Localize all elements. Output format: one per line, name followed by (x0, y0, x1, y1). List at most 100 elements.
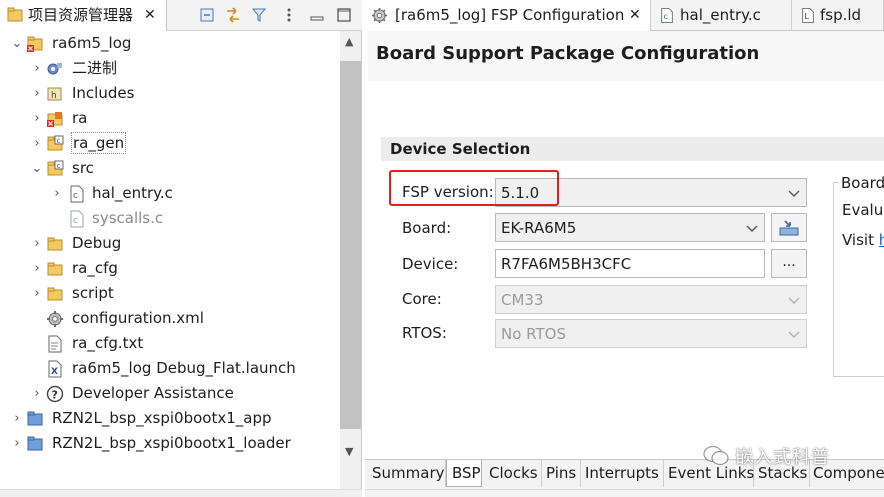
editor-status-strip (365, 489, 884, 497)
explorer-vertical-scrollbar[interactable]: ▲ ▼ (340, 31, 361, 489)
chevron-down-icon (788, 331, 800, 338)
tree-item-label: hal_entry.c (92, 184, 173, 202)
tree-item-debug[interactable]: › Debug (0, 231, 340, 256)
tab-fsp-configuration[interactable]: [ra6m5_log] FSP Configuration ✕ (365, 0, 651, 31)
svg-text:X: X (51, 367, 58, 377)
tab-pins[interactable]: Pins (542, 460, 581, 487)
chevron-right-icon[interactable]: › (30, 260, 44, 276)
filter-icon[interactable] (248, 4, 270, 26)
chevron-down-icon[interactable]: ⌄ (10, 35, 24, 51)
visit-text: Visit (842, 231, 879, 249)
c-file-icon: c (68, 210, 86, 228)
chevron-right-icon[interactable]: › (10, 435, 24, 451)
tree-item-rzn2l-loader[interactable]: › RZN2L_bsp_xspi0bootx1_loader (0, 431, 340, 456)
tree-item-label: ra6m5_log Debug_Flat.launch (72, 359, 296, 377)
board-value: EK-RA6M5 (501, 219, 577, 237)
tab-interrupts[interactable]: Interrupts (581, 460, 664, 487)
explorer-tab-label: 项目资源管理器 (28, 6, 134, 24)
tree-item-includes[interactable]: › h Includes (0, 81, 340, 106)
collapse-all-icon[interactable] (196, 4, 218, 26)
fsp-version-highlight (389, 170, 559, 206)
chevron-right-icon[interactable]: › (30, 285, 44, 301)
tree-item-label: src (72, 159, 94, 177)
tree-item-label: ra_gen (71, 132, 127, 154)
scrollbar-thumb[interactable] (340, 61, 361, 429)
tab-bsp[interactable]: BSP (446, 460, 482, 487)
chevron-right-icon[interactable]: › (10, 410, 24, 426)
tree-item-src[interactable]: ⌄ c src (0, 156, 340, 181)
close-icon[interactable]: ✕ (629, 5, 641, 25)
tab-summary[interactable]: Summary (368, 460, 446, 487)
folder-error-icon (46, 110, 64, 128)
maximize-icon[interactable] (333, 4, 355, 26)
tree-item-label: RZN2L_bsp_xspi0bootx1_loader (52, 434, 291, 452)
project-tree: ⌄ ra6m5_log › 二进制 › h Includes › ra › c … (0, 31, 340, 489)
chevron-down-icon (746, 225, 758, 232)
tab-label: Clocks (489, 464, 538, 482)
scroll-up-icon[interactable]: ▲ (345, 35, 353, 48)
chevron-right-icon[interactable]: › (30, 235, 44, 251)
editor-tab-bar: [ra6m5_log] FSP Configuration ✕ c hal_en… (365, 0, 884, 31)
device-input[interactable]: R7FA6M5BH3CFC (495, 249, 765, 278)
help-icon: ? (46, 385, 64, 403)
explorer-tab-bar: 项目资源管理器 ✕ (0, 0, 362, 31)
tab-label: Interrupts (585, 464, 659, 482)
tree-item-ra-cfg[interactable]: › ra_cfg (0, 256, 340, 281)
rtos-label: RTOS: (402, 324, 447, 342)
chevron-down-icon (788, 190, 800, 197)
gear-icon (370, 6, 388, 24)
gear-file-icon (46, 310, 64, 328)
svg-text:c: c (663, 12, 667, 21)
tree-item-ra6m5-log[interactable]: ⌄ ra6m5_log (0, 31, 340, 56)
close-icon[interactable]: ✕ (144, 5, 156, 25)
page-title: Board Support Package Configuration (376, 43, 760, 64)
tree-item-ra[interactable]: › ra (0, 106, 340, 131)
minimize-icon[interactable] (306, 4, 328, 26)
launch-file-icon: X (46, 360, 64, 378)
import-board-button[interactable] (771, 213, 807, 242)
board-select[interactable]: EK-RA6M5 (495, 213, 765, 242)
link-editor-icon[interactable] (222, 4, 244, 26)
board-info-description: Evalua (842, 201, 884, 219)
chevron-down-icon[interactable]: ⌄ (30, 160, 44, 176)
tree-item-configuration-xml[interactable]: configuration.xml (0, 306, 340, 331)
watermark-text: 嵌入式科普 (735, 447, 830, 468)
ld-file-icon: L (799, 6, 817, 24)
chevron-right-icon[interactable]: › (30, 385, 44, 401)
chevron-right-icon[interactable]: › (30, 110, 44, 126)
tree-item-binaries[interactable]: › 二进制 (0, 56, 340, 81)
tree-item-hal-entry[interactable]: › c hal_entry.c (0, 181, 340, 206)
tree-item-script[interactable]: › script (0, 281, 340, 306)
board-link[interactable]: h (879, 231, 884, 249)
chevron-right-icon[interactable]: › (50, 185, 64, 201)
board-label: Board: (402, 219, 452, 237)
chevron-right-icon[interactable]: › (30, 135, 44, 151)
rtos-select[interactable]: No RTOS (495, 319, 807, 348)
tree-item-launch-file[interactable]: X ra6m5_log Debug_Flat.launch (0, 356, 340, 381)
browse-device-button[interactable]: ... (771, 249, 807, 278)
tab-clocks[interactable]: Clocks (482, 460, 542, 487)
tab-fsp-ld[interactable]: L fsp.ld (793, 0, 884, 31)
tree-item-rzn2l-app[interactable]: › RZN2L_bsp_xspi0bootx1_app (0, 406, 340, 431)
tree-item-developer-assistance[interactable]: › ? Developer Assistance (0, 381, 340, 406)
tab-label: hal_entry.c (680, 6, 761, 24)
core-select[interactable]: CM33 (495, 285, 807, 314)
tab-hal-entry[interactable]: c hal_entry.c (652, 0, 792, 31)
board-info-title: Board (839, 173, 884, 193)
view-menu-icon[interactable] (278, 4, 300, 26)
chevron-right-icon[interactable]: › (30, 85, 44, 101)
project-folder-icon (26, 435, 44, 453)
tree-item-label: configuration.xml (72, 309, 204, 327)
tree-item-syscalls[interactable]: c syscalls.c (0, 206, 340, 231)
explorer-tab[interactable]: 项目资源管理器 ✕ (0, 0, 167, 31)
tree-item-label: Developer Assistance (72, 384, 234, 402)
explorer-horizontal-scrollbar[interactable] (0, 489, 362, 497)
tree-item-ra-cfg-txt[interactable]: ra_cfg.txt (0, 331, 340, 356)
tree-item-ra-gen[interactable]: › c ra_gen (0, 131, 340, 156)
scroll-down-icon[interactable]: ▼ (345, 445, 353, 458)
svg-text:c: c (73, 191, 78, 201)
c-file-icon: c (658, 6, 676, 24)
folder-icon (46, 260, 64, 278)
chevron-right-icon[interactable]: › (30, 60, 44, 76)
tree-item-label: Debug (72, 234, 122, 252)
